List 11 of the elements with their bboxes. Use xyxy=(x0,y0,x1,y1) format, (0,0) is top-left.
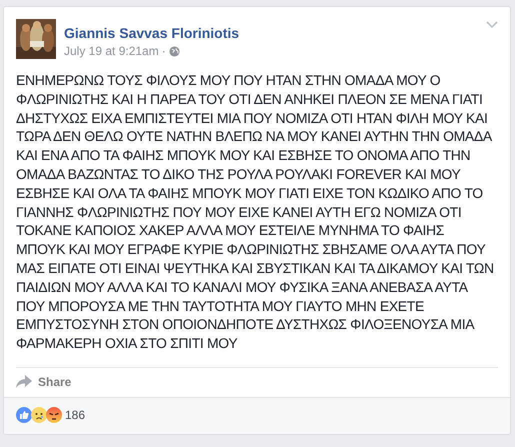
separator-dot: · xyxy=(162,44,166,58)
angry-reaction-icon xyxy=(46,406,62,423)
share-arrow-icon xyxy=(16,375,32,388)
globe-icon xyxy=(168,46,180,56)
post-text: ΕΝΗΜΕΡΩΝΩ ΤΟΥΣ ΦΙΛΟΥΣ ΜΟΥ ΠΟΥ ΗΤΑΝ ΣΤΗΝ ΟΜΑΔΑ ΜΟΥ Ο ΦΛΩΡΙΝΙΩΤΗΣ ΚΑΙ Η ΠΑΡΕΑ ΤΟΥ ΟΤΙ ΔΕΝ ΑΝΗΚΕΙ ΠΛΕΟΝ ΣΕ ΜΕΝΑ ΓΙΑΤΙ ΔΗΣΤΥΧΩΣ ΕΙΧΑ ΕΜΠΙΣΤΕΥΤΕΙ ΜΙΑ ΠΟΥ ΝΟΜΙΖΑ ΟΤΙ ΗΤΑΝ ΦΙΛΗ ΜΟΥ ΚΑΙ ΤΩΡΑ ΔΕΝ ΘΕΛΩ ΟΥΤΕ ΝΑΤΗΝ ΒΛΕΠΩ ΝΑ ΜΟΥ ΚΑΝΕΙ ΑΥΤΗΝ ΤΗΝ ΟΜΑΔΑ ΚΑΙ ΕΝΑ ΑΠΟ ΤΑ ΦΑΙΗΣ ΜΠΟΥΚ ΜΟΥ ΚΑΙ ΕΣΒΗΣΕ ΤΟ ΟΝΟΜΑ ΑΠΟ ΤΗΝ ΟΜΑΔΑ ΒΑΖΩΝΤΑΣ ΤΟ ΔΙΚΟ ΤΗΣ ΡΟΥΛΑ ΡΟΥΛΑΚΙ FOREVER ΚΑΙ ΜΟΥ ΕΣΒΗΣΕ ΚΑΙ ΟΛΑ ΤΑ ΦΑΙΗΣ ΜΠΟΥΚ ΜΟΥ ΓΙΑΤΙ ΕΙΧΕ ΤΟΝ ΚΩΔΙΚΟ ΑΠΟ ΤΟ ΓΙΑΝΝΗΣ ΦΛΩΡΙΝΙΩΤΗΣ ΠΟΥ ΜΟΥ ΕΙΧΕ ΚΑΝΕΙ ΑΥΤΗ ΕΓΩ ΝΟΜΙΖΑ ΟΤΙ ΤΟΚΑΝΕ ΚΑΠΟΙΟΣ ΧΑΚΕΡ ΑΛΛΑ ΜΟΥ ΕΣΤΕΙΛΕ ΜΥΝΗΜΑ ΤΟ ΦΑΙΗΣ ΜΠΟΥΚ ΚΑΙ ΜΟΥ ΕΓΡΑΦΕ ΚΥΡΙΕ ΦΛΩΡΙΝΙΩΤΗΣ ΣΒΗΣΑΜΕ ΟΛΑ ΑΥΤΑ ΠΟΥ ΜΑΣ ΕΙΠΑΤΕ ΟΤΙ ΕΙΝΑΙ ΨΕΥΤΗΚΑ ΚΑΙ ΣΒΥΣΤΙΚΑΝ ΚΑΙ ΤΑ ΔΙΚΑΜΟΥ ΚΑΙ ΤΩΝ ΠΑΙΔΙΩΝ ΜΟΥ ΑΛΛΑ ΚΑΙ ΤΟ ΚΑΝΑΛΙ ΜΟΥ ΦΥΣΙΚΑ ΞΑΝΑ ΑΝΕΒΑΣΑ ΑΥΤΑ ΠΟΥ ΜΠΟΡΟΥΣΑ ΜΕ ΤΗΝ ΤΑΥΤΟΤΗΤΑ ΜΟΥ ΓΙΑΥΤΟ ΜΗΝ ΕΧΕΤΕ ΕΜΠΥΣΤΟΣΥΝΗ ΣΤΟΝ ΟΠΟΙΟΝΔΗΠΟΤΕ ΔΥΣΤΗΧΩΣ ΦΙΛΟΞΕΝΟΥΣΑ ΜΙΑ ΦΑΡΜΑΚΕΡΗ ΟΧΙΑ ΣΤΟ ΣΠΙΤΙ ΜΟΥ xyxy=(16,71,494,353)
like-reaction-icon xyxy=(16,406,32,423)
share-button[interactable]: Share xyxy=(4,368,72,397)
chevron-down-icon[interactable] xyxy=(486,21,498,29)
reaction-count[interactable]: 186 xyxy=(65,408,86,422)
author-name-link[interactable]: Giannis Savvas Floriniotis xyxy=(64,25,240,41)
sad-reaction-icon xyxy=(31,406,47,423)
